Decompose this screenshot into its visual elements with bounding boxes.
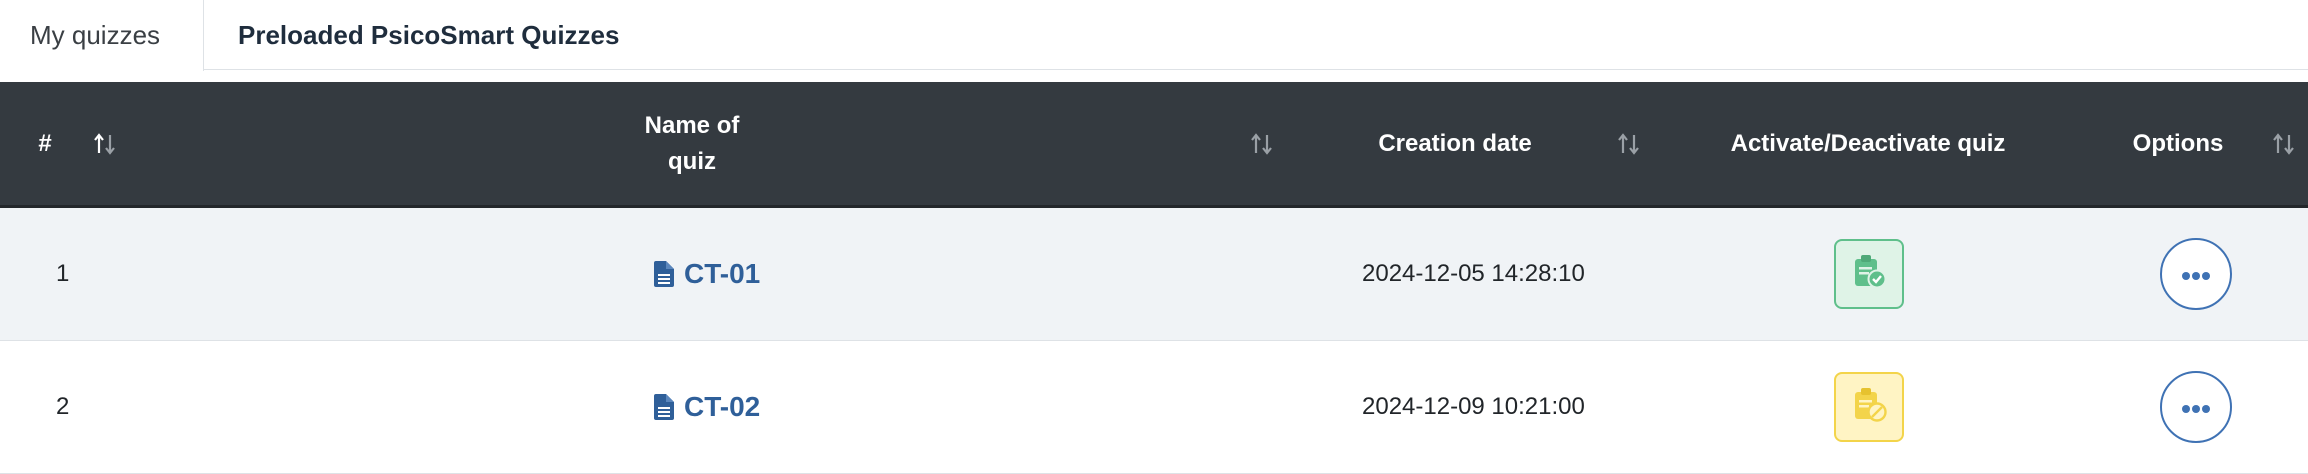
file-text-icon (654, 261, 674, 287)
table-row: 2 CT-02 2024-12-09 10:21:00 (0, 341, 2308, 474)
quizzes-table: # Name of quiz Creation date Activate/De… (0, 82, 2308, 474)
row-creation-date: 2024-12-05 14:28:10 (1362, 208, 1585, 340)
file-text-icon (654, 394, 674, 420)
quiz-tabs: My quizzes Preloaded PsicoSmart Quizzes (0, 0, 2308, 71)
tab-my-quizzes[interactable]: My quizzes (0, 0, 204, 71)
row-quiz-name: CT-01 (654, 208, 760, 340)
header-quiz-name: Name of quiz (600, 82, 784, 205)
quiz-name: CT-01 (684, 258, 761, 289)
row-options (2160, 341, 2232, 473)
header-options-label: Options (2132, 129, 2224, 157)
quiz-link[interactable]: CT-01 (654, 258, 760, 290)
header-options: Options (2110, 82, 2246, 205)
quiz-name: CT-02 (684, 391, 761, 422)
sort-options-icon[interactable] (2271, 82, 2297, 205)
row-status (1834, 208, 1904, 340)
header-index: # (30, 82, 60, 205)
header-quiz-name-line2: quiz (668, 147, 716, 175)
sort-index-icon[interactable] (92, 82, 118, 205)
row-index-value: 2 (56, 393, 70, 420)
options-button[interactable] (2160, 238, 2232, 310)
creation-date-value: 2024-12-05 14:28:10 (1362, 260, 1585, 287)
row-index-value: 1 (56, 260, 70, 287)
clipboard-check-icon (1851, 253, 1887, 296)
tab-my-quizzes-label: My quizzes (30, 20, 161, 50)
ellipsis-icon (2181, 393, 2211, 421)
header-quiz-name-line1: Name of (644, 111, 740, 139)
clipboard-ban-icon (1851, 386, 1887, 429)
sort-name-icon[interactable] (1249, 82, 1275, 205)
row-index: 2 (56, 341, 69, 473)
table-header: # Name of quiz Creation date Activate/De… (0, 82, 2308, 208)
header-index-label: # (38, 129, 52, 157)
tab-preloaded-quizzes-label: Preloaded PsicoSmart Quizzes (238, 19, 620, 50)
header-creation-date-label: Creation date (1378, 129, 1532, 157)
header-creation-date: Creation date (1340, 82, 1570, 205)
options-button[interactable] (2160, 371, 2232, 443)
deactivate-quiz-button[interactable] (1834, 239, 1904, 309)
ellipsis-icon (2181, 260, 2211, 288)
table-row: 1 CT-01 2024-12-05 14:28:10 (0, 208, 2308, 341)
row-options (2160, 208, 2232, 340)
row-status (1834, 341, 1904, 473)
creation-date-value: 2024-12-09 10:21:00 (1362, 393, 1585, 420)
row-creation-date: 2024-12-09 10:21:00 (1362, 341, 1585, 473)
tab-preloaded-quizzes[interactable]: Preloaded PsicoSmart Quizzes (204, 0, 619, 70)
header-activate-label: Activate/Deactivate quiz (1730, 129, 2006, 157)
activate-quiz-button[interactable] (1834, 372, 1904, 442)
row-quiz-name: CT-02 (654, 341, 760, 473)
quiz-link[interactable]: CT-02 (654, 391, 760, 423)
sort-date-icon[interactable] (1616, 82, 1642, 205)
row-index: 1 (56, 208, 69, 340)
header-activate: Activate/Deactivate quiz (1700, 82, 2036, 205)
